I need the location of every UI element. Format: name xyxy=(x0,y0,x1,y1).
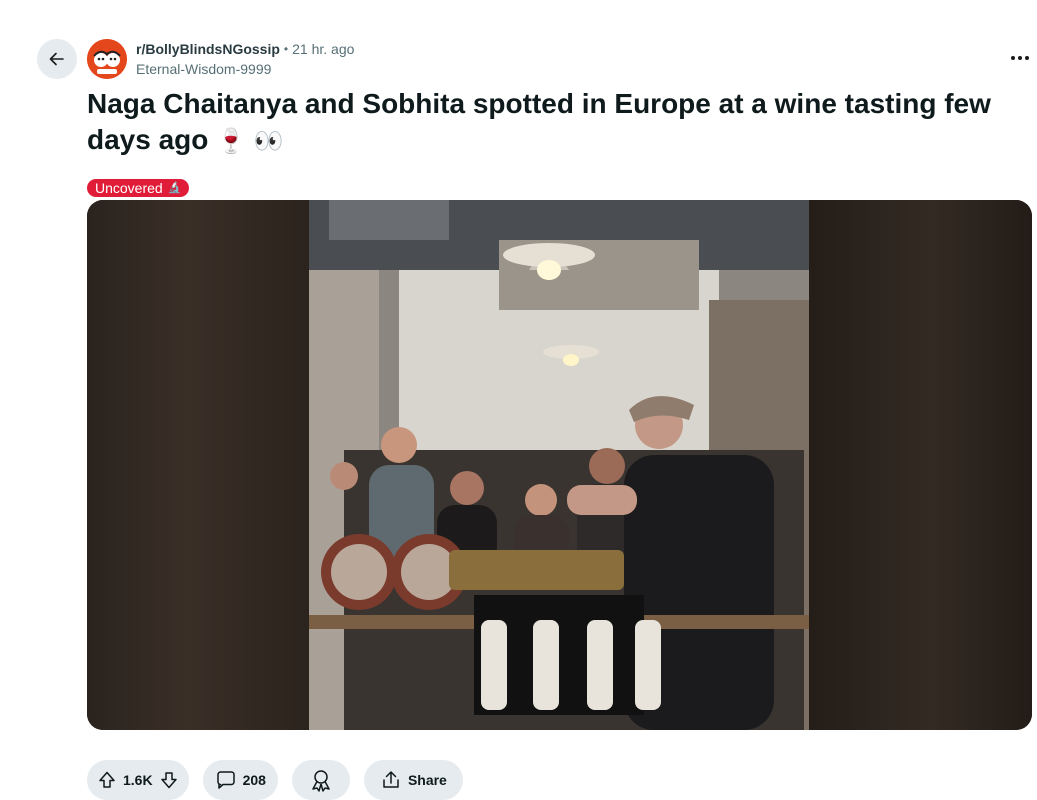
comment-count: 208 xyxy=(242,772,266,788)
comment-icon xyxy=(215,769,237,791)
video-frame xyxy=(309,200,809,730)
post-time: 21 hr. ago xyxy=(292,41,355,57)
post-flair[interactable]: Uncovered 🔬 xyxy=(87,179,190,197)
subreddit-avatar[interactable] xyxy=(87,39,127,79)
upvote-icon[interactable] xyxy=(97,770,117,790)
dot-icon xyxy=(1011,56,1015,60)
share-button[interactable]: Share xyxy=(363,760,463,800)
subreddit-name[interactable]: r/BollyBlindsNGossip xyxy=(136,40,280,58)
dot-icon xyxy=(1025,56,1029,60)
subreddit-logo-icon xyxy=(87,39,127,79)
overflow-menu-button[interactable] xyxy=(1006,48,1034,68)
post-meta: r/BollyBlindsNGossip • 21 hr. ago Eterna… xyxy=(136,40,354,79)
post-title[interactable]: Naga Chaitanya and Sobhita spotted in Eu… xyxy=(87,86,1027,159)
back-button[interactable] xyxy=(37,39,77,79)
comments-button[interactable]: 208 xyxy=(202,760,278,800)
post-author[interactable]: Eternal-Wisdom-9999 xyxy=(136,59,354,79)
video-blur-right xyxy=(809,200,1032,730)
award-button[interactable] xyxy=(291,760,350,800)
share-icon xyxy=(380,769,402,791)
vote-control: 1.6K xyxy=(87,760,189,800)
arrow-left-icon xyxy=(49,52,64,66)
downvote-icon[interactable] xyxy=(159,770,179,790)
post-actions: 1.6K 208 Share xyxy=(87,760,463,800)
post-title-emojis: 🍷 👀 xyxy=(216,127,284,155)
flair-label: Uncovered xyxy=(95,180,163,196)
dot-icon xyxy=(1018,56,1022,60)
vote-count: 1.6K xyxy=(123,772,153,788)
share-label: Share xyxy=(407,772,447,788)
microscope-icon: 🔬 xyxy=(167,182,182,194)
award-icon xyxy=(308,768,334,792)
video-blur-left xyxy=(87,200,309,730)
meta-separator: • xyxy=(283,42,289,56)
post-video[interactable] xyxy=(87,200,1032,730)
